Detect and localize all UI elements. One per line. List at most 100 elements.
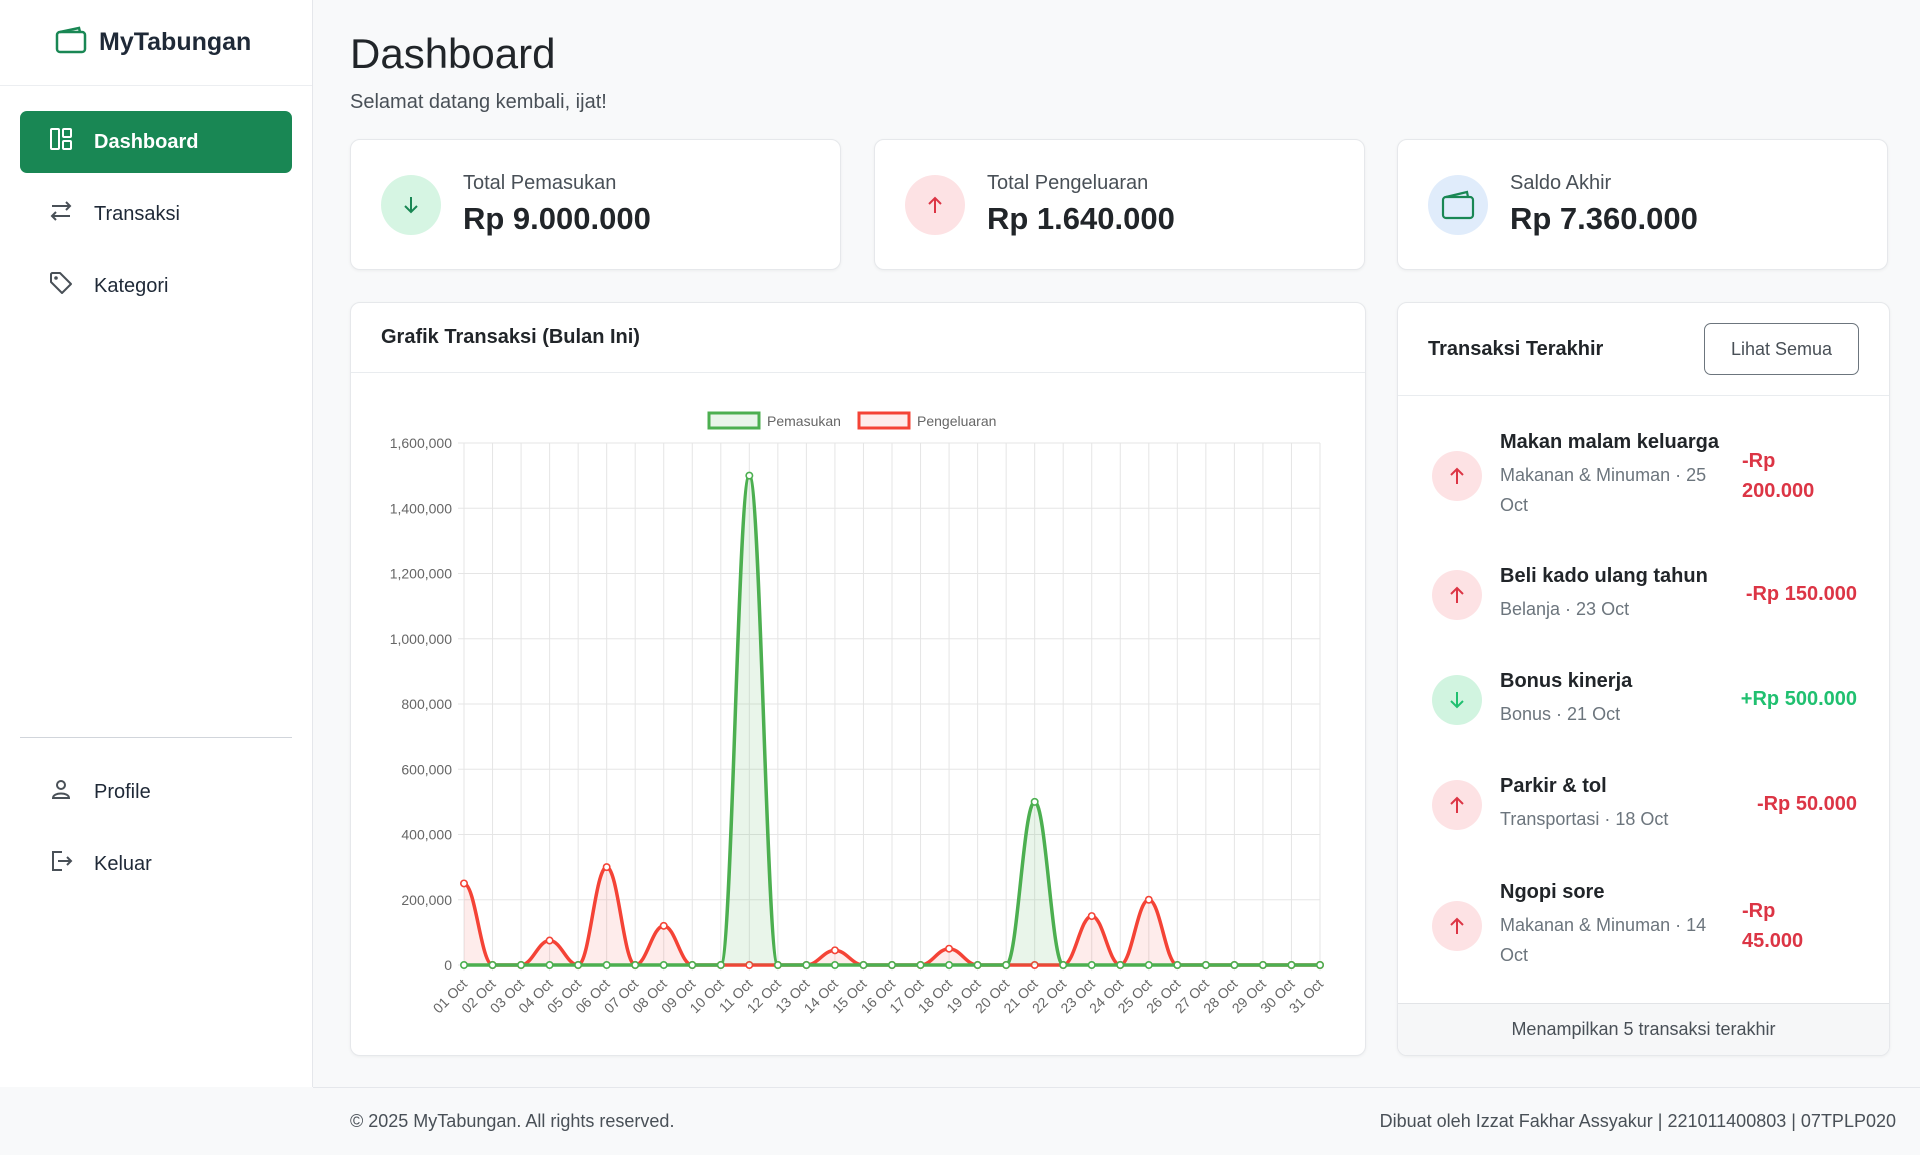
data-point <box>1144 960 1153 969</box>
data-point <box>545 936 554 945</box>
stat-value: Rp 7.360.000 <box>1510 201 1698 236</box>
data-point <box>1030 797 1039 806</box>
main-nav: Dashboard Transaksi Kategori <box>0 86 312 317</box>
data-point <box>517 960 526 969</box>
legend-label: Pemasukan <box>767 413 841 429</box>
stat-value: Rp 1.640.000 <box>987 201 1175 236</box>
stat-card-balance: Saldo Akhir Rp 7.360.000 <box>1397 139 1888 270</box>
data-point <box>1287 960 1296 969</box>
recent-title: Transaksi Terakhir <box>1428 337 1604 360</box>
y-tick-label: 0 <box>444 957 452 973</box>
wallet-logo-icon <box>55 26 87 59</box>
transaction-title: Bonus kinerja <box>1500 670 1633 692</box>
data-point <box>460 879 469 888</box>
transaction-meta: Belanja · 23 Oct <box>1500 599 1630 619</box>
sidebar: MyTabungan Dashboard Transaksi Kategori <box>0 0 313 1087</box>
data-point <box>602 960 611 969</box>
data-point <box>716 960 725 969</box>
transaction-item[interactable]: Makan malam keluarga Makanan & Minuman ·… <box>1398 431 1889 520</box>
data-point <box>945 944 954 953</box>
sidebar-item-label: Profile <box>94 780 151 803</box>
stat-label: Saldo Akhir <box>1510 172 1612 194</box>
sidebar-item-profile[interactable]: Profile <box>20 761 292 823</box>
data-point <box>1002 960 1011 969</box>
transaction-meta: Makanan & Minuman · 25 Oct <box>1500 465 1707 515</box>
transaction-amount: +Rp 500.000 <box>1740 688 1857 710</box>
data-point <box>973 960 982 969</box>
transaction-item[interactable]: Bonus kinerja Bonus · 21 Oct +Rp 500.000 <box>1398 670 1889 729</box>
brand-name: MyTabungan <box>99 28 252 56</box>
transaction-item[interactable]: Beli kado ulang tahun Belanja · 23 Oct -… <box>1398 565 1889 624</box>
data-point <box>802 960 811 969</box>
copyright-text: © 2025 MyTabungan. All rights reserved. <box>350 1111 675 1131</box>
y-tick-label: 1,600,000 <box>390 435 452 451</box>
transaction-category: Transportasi <box>1500 809 1600 829</box>
recent-footer: Menampilkan 5 transaksi terakhir <box>1398 1003 1889 1055</box>
transaction-category: Makanan & Minuman <box>1500 465 1671 485</box>
arrow-up-icon <box>905 174 965 235</box>
page-footer: © 2025 MyTabungan. All rights reserved. … <box>313 1087 1920 1155</box>
page-subtitle: Selamat datang kembali, ijat! <box>350 91 607 113</box>
data-point <box>916 960 925 969</box>
data-point <box>1201 960 1210 969</box>
arrow-up-icon <box>1432 569 1482 620</box>
transaction-amount: -Rp 45.000 <box>1742 899 1804 952</box>
transaction-date: 18 Oct <box>1615 809 1669 829</box>
data-point <box>1087 912 1096 921</box>
legend-swatch <box>707 411 761 430</box>
data-point <box>574 960 583 969</box>
recent-transactions-card: Transaksi Terakhir Lihat Semua Makan mal… <box>1397 302 1890 1056</box>
transaction-item[interactable]: Ngopi sore Makanan & Minuman · 14 Oct -R… <box>1398 881 1889 970</box>
recent-header: Transaksi Terakhir Lihat Semua <box>1398 303 1889 396</box>
y-tick-label: 400,000 <box>401 827 452 843</box>
data-point <box>859 960 868 969</box>
transaction-title: Parkir & tol <box>1500 775 1607 797</box>
arrow-up-icon <box>1432 779 1482 830</box>
sidebar-item-dashboard[interactable]: Dashboard <box>20 111 292 173</box>
transaction-amount: -Rp 200.000 <box>1742 449 1815 502</box>
data-point <box>631 960 640 969</box>
data-point <box>460 960 469 969</box>
arrow-up-icon <box>1432 900 1482 951</box>
transaction-chart: 0 200,000 400,000 600,000 800,000 1,000,000 1,… <box>390 411 1326 1016</box>
sidebar-divider <box>20 737 292 738</box>
view-all-button[interactable]: Lihat Semua <box>1704 323 1859 375</box>
data-point <box>659 921 668 930</box>
wallet-icon <box>1428 174 1488 235</box>
data-point <box>1315 960 1324 969</box>
arrow-up-icon <box>1432 450 1482 501</box>
transaction-title: Makan malam keluarga <box>1500 431 1719 453</box>
tag-icon <box>48 270 74 302</box>
bottom-nav: Profile Keluar <box>20 761 292 905</box>
sidebar-item-transaksi[interactable]: Transaksi <box>20 183 292 245</box>
data-point <box>1087 960 1096 969</box>
transaction-date: 21 Oct <box>1567 704 1621 724</box>
sidebar-item-kategori[interactable]: Kategori <box>20 255 292 317</box>
arrow-down-icon <box>381 174 441 235</box>
stat-label: Total Pengeluaran <box>987 172 1149 194</box>
chart-card: Grafik Transaksi (Bulan Ini) 0 200,000 400… <box>350 302 1366 1056</box>
transaction-meta: Makanan & Minuman · 14 Oct <box>1500 915 1707 965</box>
sidebar-item-keluar[interactable]: Keluar <box>20 833 292 895</box>
data-point <box>545 960 554 969</box>
data-point <box>1059 960 1068 969</box>
y-tick-label: 1,400,000 <box>390 500 452 516</box>
transaction-meta: Bonus · 21 Oct <box>1500 704 1621 724</box>
data-point <box>830 960 839 969</box>
data-point <box>1230 960 1239 969</box>
data-point <box>602 863 611 872</box>
transaction-item[interactable]: Parkir & tol Transportasi · 18 Oct -Rp 5… <box>1398 775 1889 834</box>
legend-swatch <box>857 411 911 430</box>
brand[interactable]: MyTabungan <box>0 0 312 86</box>
data-point <box>1116 960 1125 969</box>
data-point <box>659 960 668 969</box>
y-tick-label: 600,000 <box>401 761 452 777</box>
y-tick-label: 200,000 <box>401 892 452 908</box>
credit-text: Dibuat oleh Izzat Fakhar Assyakur | 2210… <box>1379 1111 1896 1131</box>
chart-title: Grafik Transaksi (Bulan Ini) <box>351 303 1365 373</box>
transaction-amount: -Rp 50.000 <box>1756 793 1857 815</box>
logout-icon <box>48 848 74 880</box>
data-point <box>1144 895 1153 904</box>
data-point <box>945 960 954 969</box>
sidebar-item-label: Dashboard <box>94 130 199 153</box>
